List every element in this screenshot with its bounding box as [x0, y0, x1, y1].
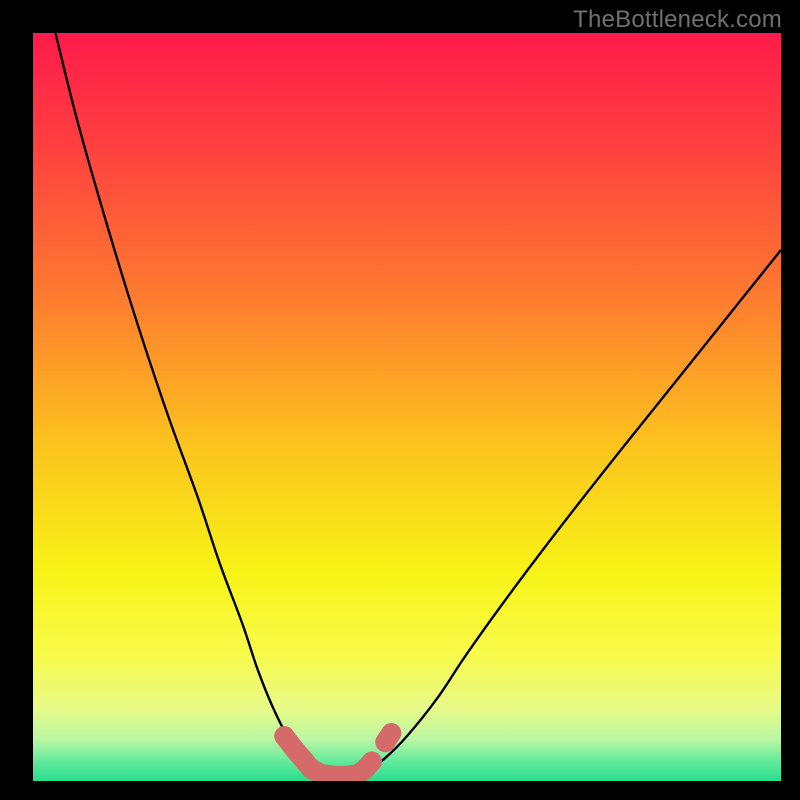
watermark-text: TheBottleneck.com: [573, 6, 782, 34]
bottleneck-curve: [55, 33, 781, 777]
marker-dot: [362, 752, 382, 772]
chart-svg: [33, 33, 781, 781]
plot-area: [33, 33, 781, 781]
marker-dot: [381, 723, 401, 743]
outer-frame: TheBottleneck.com: [0, 0, 800, 800]
highlight-markers: [274, 723, 401, 781]
